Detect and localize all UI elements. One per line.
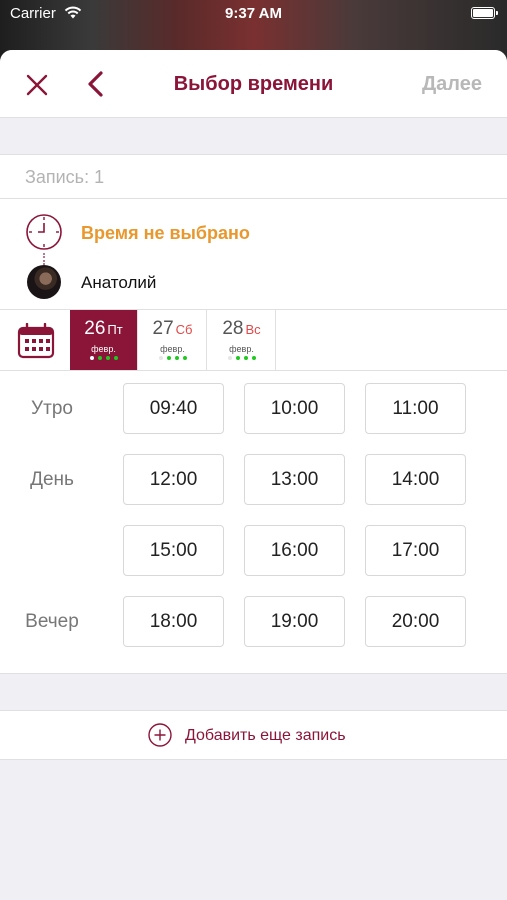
- date-month: февр.: [229, 344, 254, 354]
- time-slot[interactable]: 18:00: [123, 596, 224, 647]
- time-slot[interactable]: 14:00: [365, 454, 466, 505]
- time-slot[interactable]: 15:00: [123, 525, 224, 576]
- time-slot[interactable]: 12:00: [123, 454, 224, 505]
- status-bar: Carrier 9:37 AM: [0, 0, 507, 28]
- availability-dots: [139, 356, 206, 362]
- record-number: Запись: 1: [0, 154, 507, 199]
- date-number: 28: [222, 318, 244, 339]
- connector-line: [43, 253, 45, 265]
- date-tab-28[interactable]: 28 Вс февр.: [208, 310, 276, 370]
- time-slot[interactable]: 20:00: [365, 596, 466, 647]
- time-slot[interactable]: 13:00: [244, 454, 345, 505]
- booking-sheet: Выбор времени Далее Запись: 1 Время не в…: [0, 50, 507, 900]
- navigation-bar: Выбор времени Далее: [0, 50, 507, 118]
- date-month: февр.: [91, 344, 116, 354]
- date-selector: 26 Пт февр. 27 Сб февр. 28 Вс февр.: [0, 309, 507, 371]
- date-number: 27: [152, 318, 174, 339]
- date-tab-27[interactable]: 27 Сб февр.: [139, 310, 207, 370]
- availability-dots: [208, 356, 275, 362]
- time-slots-grid: Утро 09:40 10:00 11:00 День 12:00 13:00 …: [0, 371, 507, 674]
- date-weekday: Вс: [245, 322, 261, 337]
- time-slot[interactable]: 16:00: [244, 525, 345, 576]
- time-slot[interactable]: 10:00: [244, 383, 345, 434]
- period-morning-label: Утро: [31, 398, 73, 419]
- time-slot[interactable]: 11:00: [365, 383, 466, 434]
- next-button[interactable]: Далее: [422, 73, 482, 96]
- booking-summary: Время не выбрано Анатолий: [0, 199, 507, 309]
- period-evening-label: Вечер: [25, 611, 79, 632]
- time-slot[interactable]: 17:00: [365, 525, 466, 576]
- plus-circle-icon: [148, 723, 172, 747]
- clock-icon: [26, 214, 62, 250]
- availability-dots: [70, 356, 137, 362]
- status-time: 9:37 AM: [225, 5, 282, 22]
- calendar-button[interactable]: [0, 310, 70, 370]
- master-name: Анатолий: [81, 273, 157, 292]
- time-slot[interactable]: 19:00: [244, 596, 345, 647]
- calendar-icon: [17, 323, 55, 359]
- add-record-label: Добавить еще запись: [185, 727, 346, 744]
- date-month: февр.: [160, 344, 185, 354]
- master-avatar: [27, 265, 61, 299]
- date-weekday: Сб: [175, 322, 193, 337]
- time-slot[interactable]: 09:40: [123, 383, 224, 434]
- date-weekday: Пт: [107, 322, 123, 337]
- period-day-label: День: [30, 469, 74, 490]
- time-status-text: Время не выбрано: [81, 223, 250, 243]
- date-number: 26: [84, 318, 106, 339]
- battery-icon: [471, 7, 498, 19]
- date-tab-26[interactable]: 26 Пт февр.: [70, 310, 138, 370]
- add-record-button[interactable]: Добавить еще запись: [0, 710, 507, 760]
